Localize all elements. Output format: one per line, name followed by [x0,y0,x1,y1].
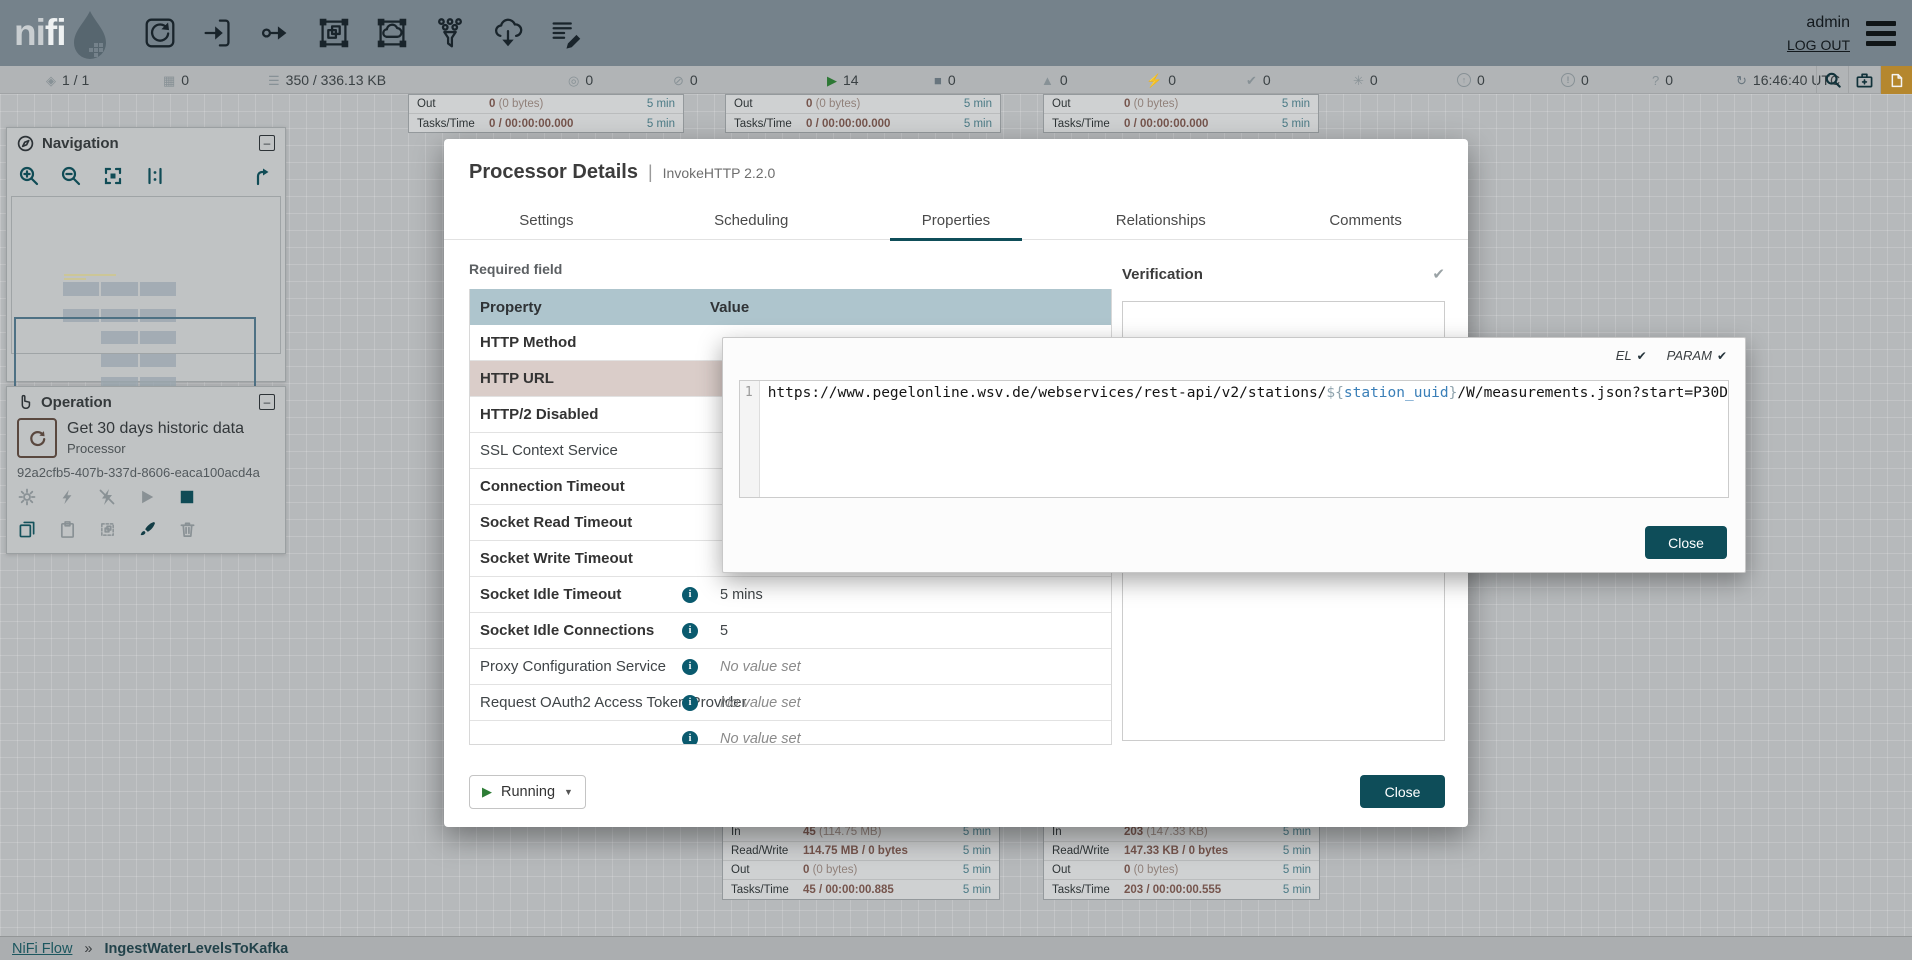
check-icon: ✔ [1637,349,1647,363]
dialog-tabs: Settings Scheduling Properties Relations… [444,201,1468,240]
template-icon[interactable] [488,13,528,53]
tab-properties[interactable]: Properties [854,201,1059,239]
dialog-close-button[interactable]: Close [1360,775,1445,808]
table-row[interactable]: Socket Idle Timeout i 5 mins [470,577,1111,613]
nifi-droplet-icon [68,9,112,61]
verification-title: Verification [1122,266,1432,283]
property-value: No value set [720,695,801,711]
info-icon[interactable]: i [682,695,698,711]
property-name: SSL Context Service [470,442,682,459]
label-icon[interactable] [546,13,586,53]
property-name: Proxy Configuration Service [470,658,682,675]
chevron-down-icon: ▼ [564,787,573,797]
funnel-icon[interactable] [430,13,470,53]
component-toolbar [140,13,586,53]
property-name: Socket Idle Timeout [470,586,682,603]
property-name: HTTP Method [470,334,682,351]
property-value: No value set [720,731,801,746]
nifi-logo: nifi [14,3,112,63]
logo-text-ni: ni [14,12,45,53]
property-name: Connection Timeout [470,478,682,495]
table-row[interactable]: Socket Idle Connections i 5 [470,613,1111,649]
dialog-title: Processor Details [469,161,638,184]
value-code-editor[interactable]: 1 https://www.pegelonline.wsv.de/webserv… [739,380,1729,498]
property-name: Socket Read Timeout [470,514,682,531]
required-field-label: Required field [469,261,562,277]
line-number-gutter: 1 [740,381,760,497]
http-url-value[interactable]: https://www.pegelonline.wsv.de/webservic… [760,381,1728,497]
info-icon[interactable]: i [682,623,698,639]
column-property: Property [470,299,710,316]
info-icon[interactable]: i [682,587,698,603]
tab-scheduling[interactable]: Scheduling [649,201,854,239]
column-value: Value [710,299,749,316]
processor-icon[interactable] [140,13,180,53]
info-icon[interactable]: i [682,731,698,746]
global-menu-icon[interactable] [1866,21,1896,46]
param-supported-badge: PARAM✔ [1667,348,1727,363]
run-state-label: Running [501,784,555,800]
property-name: HTTP URL [470,370,682,387]
table-row[interactable]: i No value set [470,721,1111,745]
run-state-button[interactable]: ▶ Running ▼ [469,775,586,809]
value-editor-popup: EL✔ PARAM✔ 1 https://www.pegelonline.wsv… [722,337,1746,573]
processor-type-version: InvokeHTTP 2.2.0 [663,165,776,181]
property-value: No value set [720,659,801,675]
table-header: Property Value [470,289,1111,325]
property-name: HTTP/2 Disabled [470,406,682,423]
tab-settings[interactable]: Settings [444,201,649,239]
title-separator: | [648,162,653,183]
tab-relationships[interactable]: Relationships [1058,201,1263,239]
check-icon: ✔ [1717,349,1727,363]
info-icon[interactable]: i [682,659,698,675]
property-value: 5 mins [720,587,763,603]
property-value: 5 [720,623,728,639]
verification-check-icon[interactable]: ✔ [1432,265,1445,283]
remote-process-group-icon[interactable] [372,13,412,53]
app-header: nifi admin [0,0,1912,66]
table-row[interactable]: Proxy Configuration Service i No value s… [470,649,1111,685]
property-name: Request OAuth2 Access Token Provider [470,694,682,711]
running-state-icon: ▶ [482,784,492,800]
el-supported-badge: EL✔ [1616,348,1647,363]
output-port-icon[interactable] [256,13,296,53]
editor-close-button[interactable]: Close [1645,526,1727,559]
tab-comments[interactable]: Comments [1263,201,1468,239]
current-user: admin [1787,11,1850,35]
property-name: Socket Idle Connections [470,622,682,639]
expression-parameter: station_uuid [1344,385,1449,401]
process-group-icon[interactable] [314,13,354,53]
input-port-icon[interactable] [198,13,238,53]
logout-link[interactable]: LOG OUT [1787,35,1850,56]
logo-text-fi: fi [45,12,66,53]
table-row[interactable]: Request OAuth2 Access Token Provider i N… [470,685,1111,721]
property-name: Socket Write Timeout [470,550,682,567]
